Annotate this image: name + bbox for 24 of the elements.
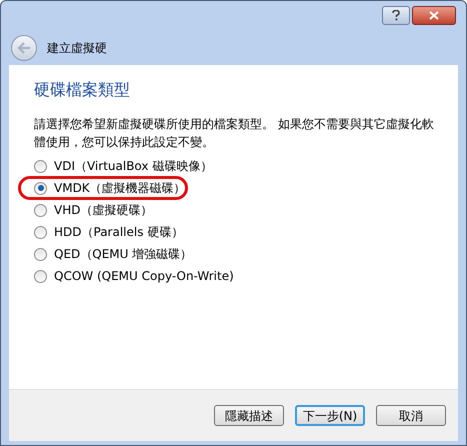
radio-option[interactable]: QED（QEMU 增強磁碟） bbox=[34, 245, 192, 263]
help-button[interactable] bbox=[382, 6, 410, 25]
radio-button[interactable] bbox=[34, 160, 47, 172]
close-icon bbox=[429, 11, 439, 20]
radio-option[interactable]: VDI（VirtualBox 磁碟映像） bbox=[34, 157, 212, 175]
window-title: 建立虛擬硬 bbox=[47, 40, 107, 57]
help-icon bbox=[392, 10, 400, 21]
radio-button[interactable] bbox=[34, 226, 47, 238]
radio-button[interactable] bbox=[34, 204, 47, 216]
back-arrow-icon bbox=[17, 42, 31, 54]
radio-button[interactable] bbox=[34, 248, 47, 260]
back-button[interactable] bbox=[11, 35, 37, 61]
description-text: 請選擇您希望新虛擬硬碟所使用的檔案類型。 如果您不需要與其它虛擬化軟體使用，您可以保持此設定不變。 bbox=[34, 116, 435, 151]
close-button[interactable] bbox=[412, 6, 456, 25]
radio-button[interactable] bbox=[34, 270, 47, 282]
radio-option[interactable]: VHD（虛擬硬碟） bbox=[34, 201, 152, 219]
radio-option[interactable]: QCOW (QEMU Copy-On-Write) bbox=[34, 267, 234, 285]
radio-button[interactable] bbox=[34, 182, 47, 194]
radio-option[interactable]: HDD（Parallels 硬碟） bbox=[34, 223, 184, 241]
section-heading: 硬碟檔案類型 bbox=[34, 79, 131, 101]
dialog-button[interactable]: 隱藏描述 bbox=[214, 405, 284, 426]
dialog-button[interactable]: 下一步(N) bbox=[295, 405, 365, 426]
radio-option[interactable]: VMDK（虛擬機器磁碟） bbox=[34, 179, 186, 197]
dialog-button[interactable]: 取消 bbox=[376, 405, 446, 426]
